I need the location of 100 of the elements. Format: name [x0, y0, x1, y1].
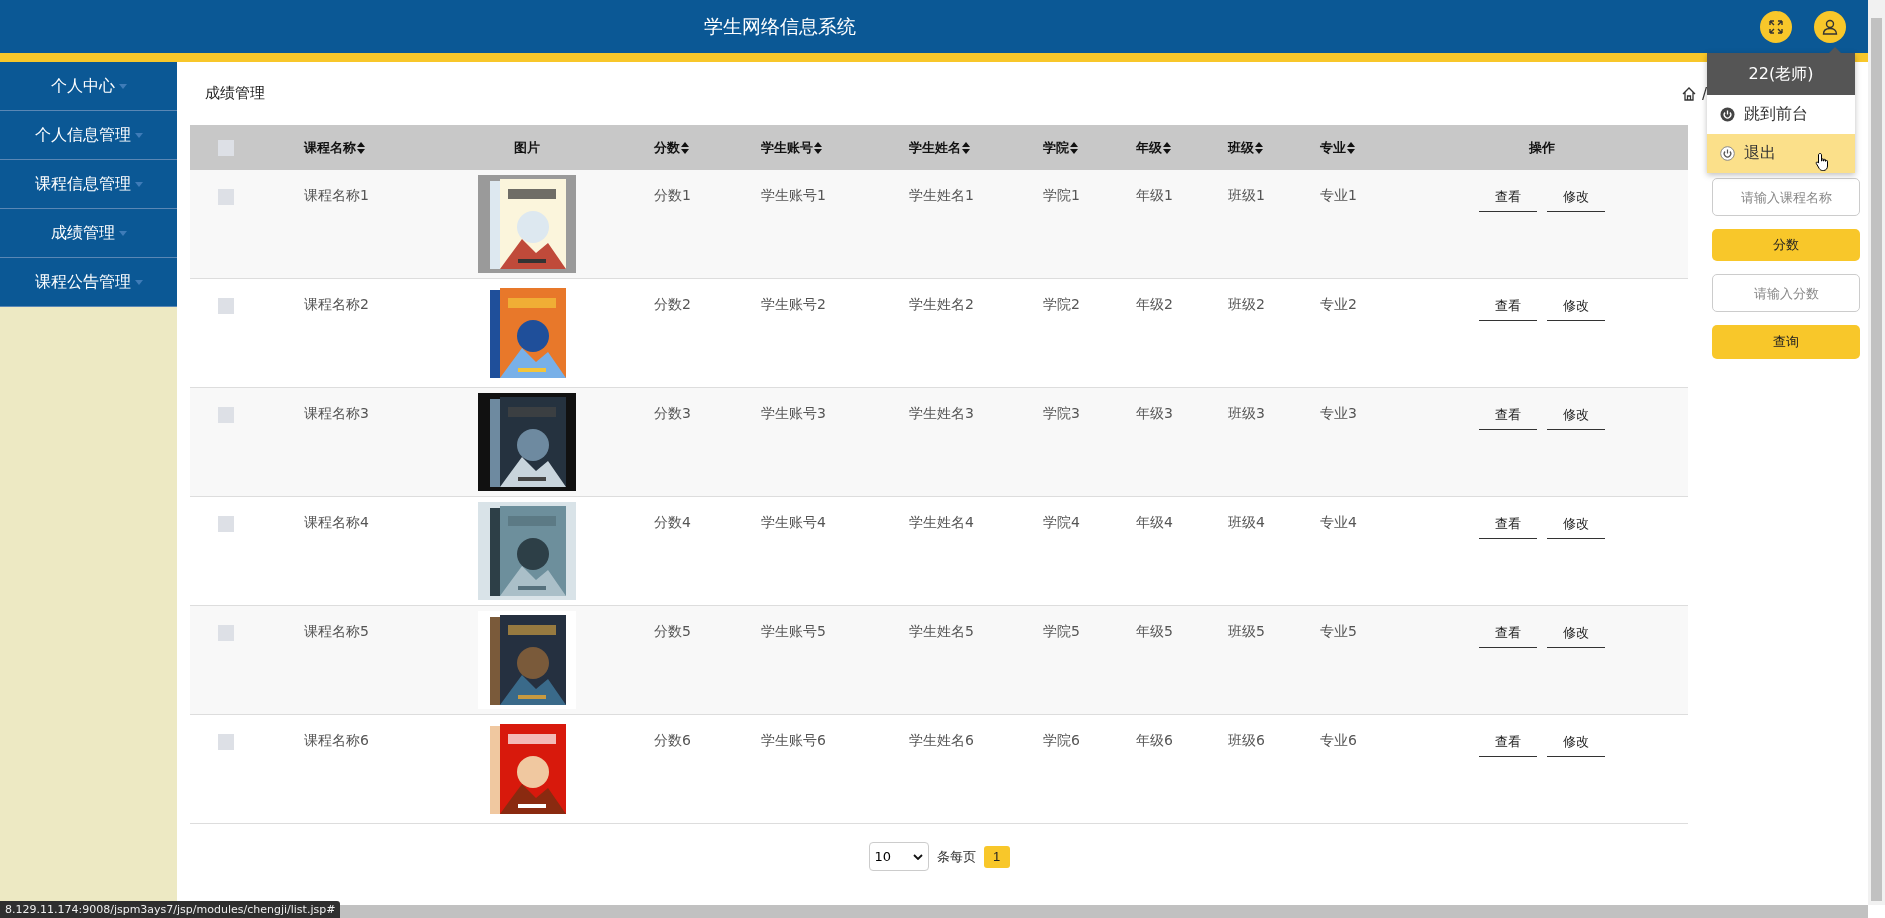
table-cell: 分数3: [654, 405, 691, 423]
select-all-checkbox[interactable]: [218, 139, 234, 156]
column-header: 图片: [514, 138, 540, 157]
table-cell: 学院3: [1043, 405, 1080, 423]
sort-icon[interactable]: [357, 141, 365, 154]
row-checkbox[interactable]: [218, 516, 234, 532]
table-cell: 班级3: [1228, 405, 1265, 423]
caret-icon: [134, 279, 143, 285]
caret-icon: [134, 181, 143, 187]
table-cell: 学生账号3: [761, 405, 826, 423]
action-button[interactable]: 查看: [1479, 183, 1537, 212]
caret-icon: [118, 83, 127, 89]
fullscreen-button[interactable]: [1760, 10, 1792, 43]
action-button[interactable]: 查看: [1479, 401, 1537, 430]
sidebar-item[interactable]: 课程公告管理: [0, 258, 177, 307]
action-button[interactable]: 查看: [1479, 619, 1537, 648]
row-checkbox[interactable]: [218, 734, 234, 750]
page-title: 成绩管理: [205, 84, 265, 103]
table-cell: 年级1: [1136, 187, 1173, 205]
table-cell: 专业3: [1320, 405, 1357, 423]
page-button[interactable]: 1: [983, 845, 1010, 868]
column-header[interactable]: 班级: [1228, 138, 1254, 157]
table-cell: 年级2: [1136, 296, 1173, 314]
sort-icon[interactable]: [1163, 141, 1171, 154]
sort-icon[interactable]: [814, 141, 822, 154]
action-button[interactable]: 修改: [1547, 510, 1605, 539]
table-cell: 年级3: [1136, 405, 1173, 423]
table-cell: 学生账号6: [761, 732, 826, 750]
sort-icon[interactable]: [1255, 141, 1263, 154]
app-title: 学生网络信息系统: [704, 13, 856, 39]
table-cell: 学生姓名3: [909, 405, 974, 423]
table-cell: 班级1: [1228, 187, 1265, 205]
user-name: 22(老师): [1707, 53, 1855, 95]
table-cell: 课程名称6: [304, 732, 369, 750]
page-size-select[interactable]: 10: [868, 842, 929, 871]
row-checkbox[interactable]: [218, 407, 234, 423]
column-header[interactable]: 学生账号: [761, 138, 813, 157]
status-url-tooltip: 8.129.11.174:9008/jspm3ays7/jsp/modules/chengji/list.jsp#: [0, 901, 341, 918]
table-cell: 专业2: [1320, 296, 1357, 314]
sidebar-item[interactable]: 成绩管理: [0, 209, 177, 258]
search-button[interactable]: 查询: [1712, 325, 1860, 359]
user-icon: [1822, 18, 1838, 35]
table-cell: 专业4: [1320, 514, 1357, 532]
table-cell: 学生姓名5: [909, 623, 974, 641]
home-icon[interactable]: [1681, 86, 1696, 101]
table-cell: 分数4: [654, 514, 691, 532]
sort-icon[interactable]: [962, 141, 970, 154]
table-cell: 学生账号5: [761, 623, 826, 641]
column-header[interactable]: 学院: [1043, 138, 1069, 157]
action-button[interactable]: 修改: [1547, 728, 1605, 757]
sort-icon[interactable]: [681, 141, 689, 154]
column-header[interactable]: 课程名称: [304, 138, 356, 157]
table-cell: 学院1: [1043, 187, 1080, 205]
action-button[interactable]: 修改: [1547, 401, 1605, 430]
table-cell: 班级5: [1228, 623, 1265, 641]
table-cell: 学院4: [1043, 514, 1080, 532]
table-cell: 课程名称2: [304, 296, 369, 314]
row-checkbox[interactable]: [218, 298, 234, 314]
sidebar-item[interactable]: 个人信息管理: [0, 111, 177, 160]
table-cell: 学生账号2: [761, 296, 826, 314]
user-button[interactable]: [1814, 10, 1846, 43]
menu-item[interactable]: 退出: [1707, 134, 1855, 173]
caret-icon: [134, 132, 143, 138]
table-cell: 学生姓名6: [909, 732, 974, 750]
table-cell: 学生账号1: [761, 187, 826, 205]
action-button[interactable]: 查看: [1479, 510, 1537, 539]
search-field[interactable]: 请输入分数: [1712, 274, 1860, 312]
column-header[interactable]: 年级: [1136, 138, 1162, 157]
table-cell: 年级4: [1136, 514, 1173, 532]
action-button[interactable]: 修改: [1547, 183, 1605, 212]
expand-icon: [1768, 18, 1784, 35]
power-icon: [1720, 146, 1735, 161]
table-cell: 学生姓名4: [909, 514, 974, 532]
table-cell: 课程名称4: [304, 514, 369, 532]
search-field[interactable]: 请输入课程名称: [1712, 178, 1860, 216]
field-label: 分数: [1712, 229, 1860, 261]
table-cell: 班级4: [1228, 514, 1265, 532]
chevron-icon: [912, 853, 923, 860]
sort-icon[interactable]: [1347, 141, 1355, 154]
caret-icon: [118, 230, 127, 236]
page-size-label: 条每页: [936, 847, 976, 866]
row-checkbox[interactable]: [218, 189, 234, 205]
sidebar-item[interactable]: 个人中心: [0, 62, 177, 111]
menu-item[interactable]: 跳到前台: [1707, 95, 1855, 134]
row-checkbox[interactable]: [218, 625, 234, 641]
table-cell: 课程名称1: [304, 187, 369, 205]
action-button[interactable]: 查看: [1479, 292, 1537, 321]
table-cell: 课程名称5: [304, 623, 369, 641]
column-header[interactable]: 专业: [1320, 138, 1346, 157]
table-cell: 分数6: [654, 732, 691, 750]
action-button[interactable]: 修改: [1547, 619, 1605, 648]
action-button[interactable]: 查看: [1479, 728, 1537, 757]
vertical-scrollbar[interactable]: [1868, 0, 1885, 905]
column-header[interactable]: 分数: [654, 138, 680, 157]
sidebar-item[interactable]: 课程信息管理: [0, 160, 177, 209]
table-cell: 课程名称3: [304, 405, 369, 423]
action-button[interactable]: 修改: [1547, 292, 1605, 321]
table-cell: 专业5: [1320, 623, 1357, 641]
sort-icon[interactable]: [1070, 141, 1078, 154]
column-header[interactable]: 学生姓名: [909, 138, 961, 157]
